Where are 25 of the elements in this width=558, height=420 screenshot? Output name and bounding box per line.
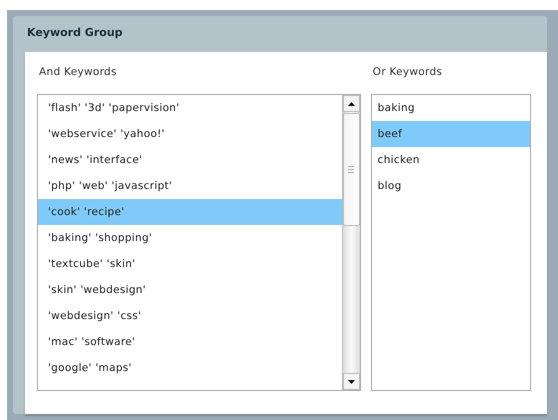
- scroll-up-button[interactable]: [342, 95, 360, 112]
- keyword-list-item[interactable]: baking: [372, 95, 530, 121]
- keyword-list-item[interactable]: 'cook' 'recipe': [38, 199, 342, 225]
- keyword-list-item[interactable]: 'baking' 'shopping': [38, 225, 342, 251]
- panel-title: Keyword Group: [26, 25, 124, 41]
- scroll-down-button[interactable]: [342, 373, 360, 390]
- scroll-up-icon: [348, 102, 355, 106]
- keyword-list-item[interactable]: chicken: [372, 147, 530, 173]
- keyword-list-item[interactable]: 'php' 'web' 'javascript': [38, 173, 342, 199]
- grip-icon: [348, 166, 354, 173]
- keyword-list-item[interactable]: 'flash' '3d' 'papervision': [38, 95, 342, 121]
- keyword-list-item[interactable]: 'textcube' 'skin': [38, 251, 342, 277]
- scroll-down-icon: [348, 380, 355, 384]
- or-keywords-label: Or Keywords: [372, 66, 444, 80]
- keyword-list-item[interactable]: 'webdesign' 'css': [38, 303, 342, 329]
- keyword-list-item[interactable]: blog: [372, 173, 530, 199]
- keyword-list-item[interactable]: 'skin' 'webdesign': [38, 277, 342, 303]
- keyword-list-item[interactable]: 'google' 'maps': [38, 355, 342, 381]
- scrollbar[interactable]: [342, 95, 360, 390]
- scroll-thumb[interactable]: [342, 113, 360, 226]
- and-keywords-label: And Keywords: [38, 66, 118, 80]
- keyword-list-item[interactable]: 'news' 'interface': [38, 147, 342, 173]
- keyword-list-item[interactable]: beef: [372, 121, 530, 147]
- keyword-list-item[interactable]: 'mac' 'software': [38, 329, 342, 355]
- keyword-list-item[interactable]: 'webservice' 'yahoo!': [38, 121, 342, 147]
